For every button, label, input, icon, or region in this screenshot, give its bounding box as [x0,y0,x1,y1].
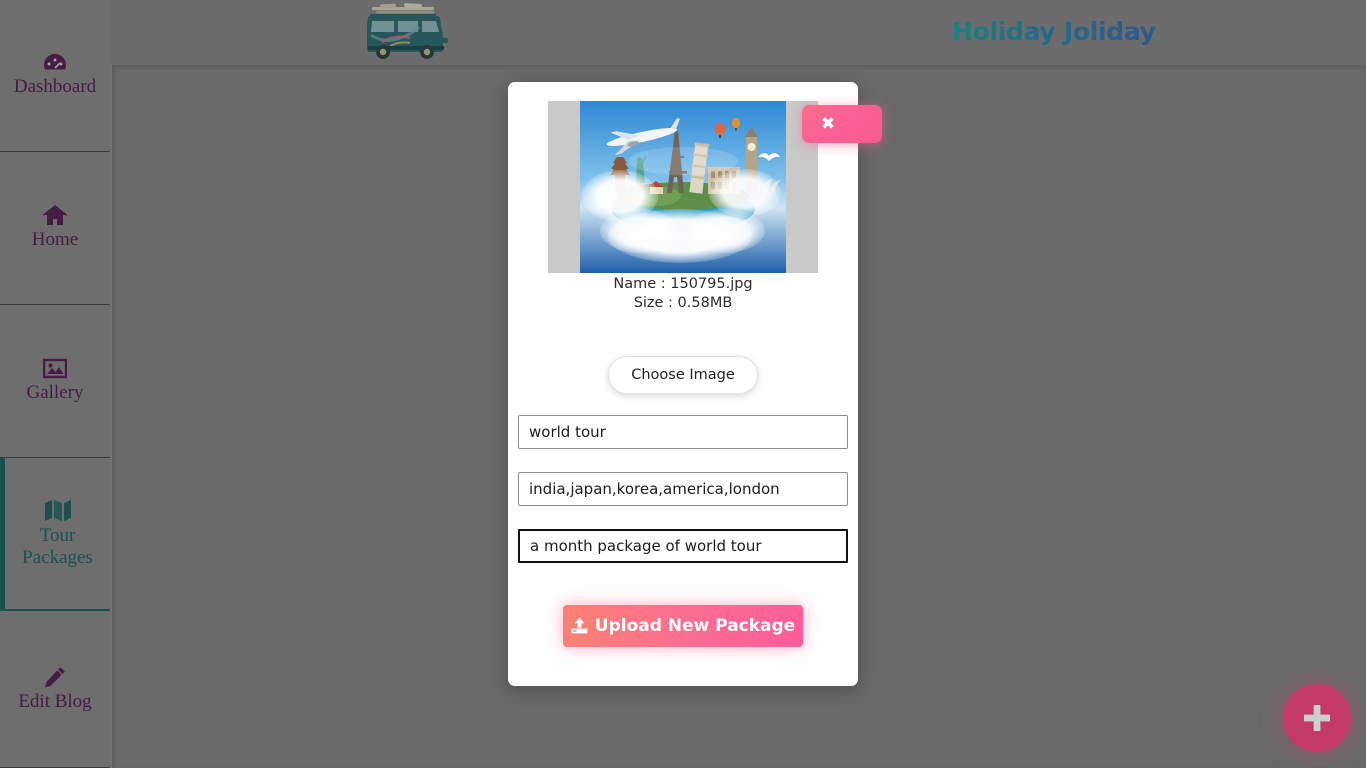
preview-image [580,101,786,273]
plus-icon [1300,701,1334,735]
close-x-icon: ✖ [820,114,836,134]
package-places-input[interactable] [518,472,848,506]
upload-icon [571,618,588,634]
package-description-input[interactable] [518,529,848,563]
package-title-input[interactable] [518,415,848,449]
upload-button-label: Upload New Package [594,616,796,636]
choose-image-button[interactable]: Choose Image [608,356,758,394]
add-package-fab[interactable] [1283,684,1351,752]
file-size-text: Size : 0.58MB [633,295,733,311]
upload-package-modal: ✖ Name : 150795.jpg Size : 0.58MB Choose… [508,82,882,686]
upload-new-package-button[interactable]: Upload New Package [563,605,803,647]
close-modal-button[interactable]: ✖ [802,105,882,143]
file-name-text: Name : 150795.jpg [613,276,753,292]
file-metadata: Name : 150795.jpg Size : 0.58MB [508,275,858,313]
image-preview-container [548,101,818,273]
